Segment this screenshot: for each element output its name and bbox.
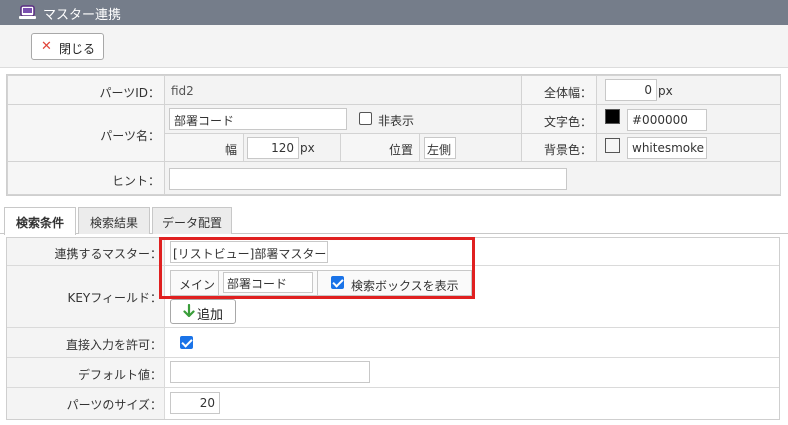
toolbar: ✕ 閉じる — [0, 25, 788, 68]
bg-color-value-cell: whitesmoke — [596, 133, 781, 162]
width-input[interactable]: 120 — [247, 137, 299, 159]
bg-color-input[interactable]: whitesmoke — [627, 137, 707, 159]
hint-value-cell — [164, 161, 781, 195]
width-value-cell: 120 px — [243, 133, 341, 162]
window-titlebar: マスター連携 — [0, 0, 788, 25]
total-width-input[interactable]: 0 — [605, 79, 657, 101]
text-color-input[interactable]: #000000 — [627, 109, 707, 131]
direct-input-row: 直接入力を許可： — [7, 328, 779, 358]
total-width-label-cell: 全体幅： — [521, 75, 597, 105]
close-button[interactable]: ✕ 閉じる — [31, 33, 104, 60]
add-key-label: 追加 — [197, 308, 224, 323]
direct-input-label-cell: 直接入力を許可： — [7, 328, 165, 357]
default-value-label: デフォルト値： — [77, 368, 162, 382]
position-label: 位置 — [388, 143, 413, 157]
position-value-cell: 左側 — [419, 133, 522, 162]
hide-checkbox[interactable] — [359, 112, 372, 125]
close-icon: ✕ — [41, 39, 52, 54]
highlight-box — [159, 237, 475, 299]
add-arrow-icon — [183, 303, 195, 321]
close-button-label: 閉じる — [59, 42, 96, 56]
master-label-cell: 連携するマスター： — [7, 238, 165, 265]
bg-color-label-cell: 背景色： — [521, 133, 597, 162]
direct-input-label: 直接入力を許可： — [65, 338, 162, 352]
total-width-value-cell: 0 px — [596, 75, 781, 105]
width-unit: px — [300, 141, 315, 155]
tab-search-conditions[interactable]: 検索条件 — [4, 207, 76, 235]
text-color-value-cell: #000000 — [596, 104, 781, 134]
parts-name-input[interactable]: 部署コード — [169, 108, 347, 130]
hint-input[interactable] — [169, 168, 567, 190]
default-value-row: デフォルト値： — [7, 358, 779, 388]
master-label: 連携するマスター： — [54, 247, 162, 261]
text-color-label: 文字色： — [543, 115, 592, 129]
parts-id-value: fid2 — [171, 84, 194, 98]
bg-color-label: 背景色： — [543, 143, 592, 157]
position-select[interactable]: 左側 — [424, 137, 456, 159]
parts-properties-grid: パーツID： fid2 全体幅： 0 px パーツ名： 部署コード 非表示 文字… — [6, 74, 781, 196]
position-label-cell: 位置 — [340, 133, 420, 162]
parts-id-label-cell: パーツID： — [7, 75, 165, 105]
total-width-unit: px — [658, 84, 673, 98]
parts-id-label: パーツID： — [99, 86, 160, 100]
hint-label-cell: ヒント： — [7, 161, 165, 195]
window-title: マスター連携 — [43, 8, 122, 23]
parts-size-label: パーツのサイズ： — [66, 398, 162, 412]
parts-name-label-cell: パーツ名： — [7, 104, 165, 162]
bg-color-swatch[interactable] — [605, 138, 620, 153]
add-key-button[interactable]: 追加 — [170, 299, 236, 324]
default-value-input[interactable] — [170, 361, 370, 383]
direct-input-checkbox[interactable] — [180, 336, 193, 349]
hint-label: ヒント： — [111, 174, 160, 188]
tab-data-layout[interactable]: データ配置 — [152, 207, 232, 234]
parts-name-value-cell: 部署コード 非表示 — [164, 104, 522, 134]
key-field-label-cell: KEYフィールド： — [7, 266, 165, 327]
tab-bar: 検索条件 検索結果 データ配置 — [0, 207, 788, 235]
parts-id-value-cell: fid2 — [164, 75, 522, 105]
parts-size-input[interactable]: 20 — [170, 392, 220, 414]
parts-size-label-cell: パーツのサイズ： — [7, 388, 165, 419]
text-color-swatch[interactable] — [605, 109, 620, 124]
window-icon — [19, 5, 36, 20]
width-label: 幅 — [224, 143, 237, 157]
tab-search-results[interactable]: 検索結果 — [78, 207, 150, 234]
parts-name-label: パーツ名： — [100, 129, 160, 143]
total-width-label: 全体幅： — [543, 86, 592, 100]
parts-size-row: パーツのサイズ： 20 — [7, 388, 779, 419]
default-value-label-cell: デフォルト値： — [7, 358, 165, 387]
width-label-cell: 幅 — [164, 133, 244, 162]
hide-label: 非表示 — [378, 114, 415, 128]
text-color-label-cell: 文字色： — [521, 104, 597, 134]
key-field-label: KEYフィールド： — [67, 291, 162, 305]
